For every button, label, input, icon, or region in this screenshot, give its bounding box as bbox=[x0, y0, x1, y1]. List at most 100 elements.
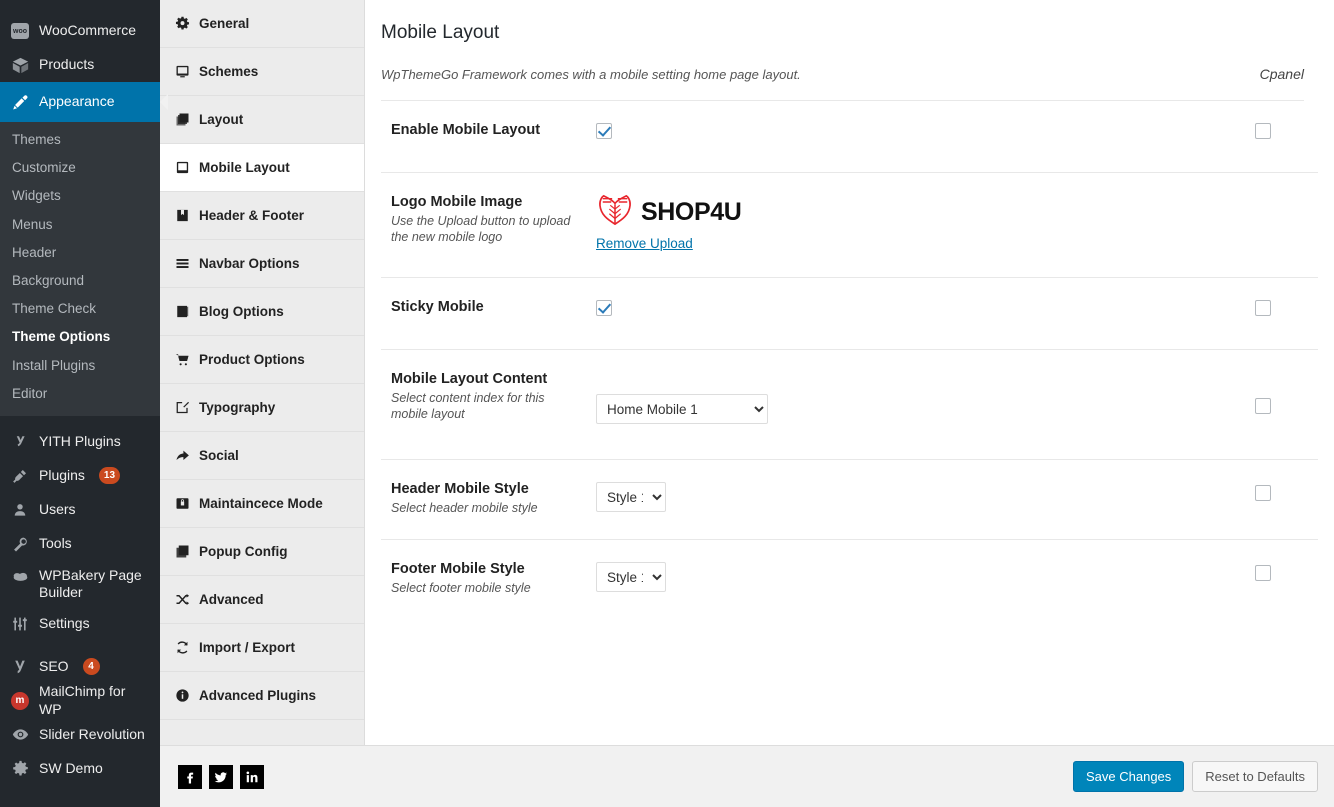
tab-label: Blog Options bbox=[199, 304, 284, 319]
sidebar-item-appearance[interactable]: Appearance bbox=[0, 82, 168, 122]
cloud-icon bbox=[10, 567, 30, 587]
field-title: Logo Mobile Image bbox=[391, 194, 523, 210]
cpanel-cell bbox=[1208, 193, 1318, 195]
tab-navbar-options[interactable]: Navbar Options bbox=[160, 240, 364, 288]
sidebar-item-theme-options[interactable]: Theme Options bbox=[0, 323, 160, 351]
sidebar-divider-2 bbox=[0, 640, 160, 650]
cpanel-cell bbox=[1208, 480, 1318, 501]
sidebar-item-menus[interactable]: Menus bbox=[0, 211, 160, 239]
sidebar-item-users[interactable]: Users bbox=[0, 493, 160, 527]
field-footer-mobile-style: Footer Mobile Style Select footer mobile… bbox=[381, 540, 1318, 620]
social-links bbox=[176, 764, 264, 789]
field-description: Select footer mobile style bbox=[391, 580, 531, 595]
tab-label: Maintaincece Mode bbox=[199, 496, 323, 511]
sidebar-item-label: Slider Revolution bbox=[39, 726, 145, 743]
sidebar-item-editor[interactable]: Editor bbox=[0, 380, 160, 408]
field-label-block: Header Mobile Style Select header mobile… bbox=[381, 480, 596, 516]
tab-layout[interactable]: Layout bbox=[160, 96, 364, 144]
tab-label: General bbox=[199, 16, 250, 31]
field-logo-mobile-image: Logo Mobile Image Use the Upload button … bbox=[381, 173, 1318, 278]
footer-buttons: Save Changes Reset to Defaults bbox=[1073, 760, 1318, 793]
mobile-layout-content-select[interactable]: Home Mobile 1 Home Mobile 2 Home Mobile … bbox=[596, 394, 768, 424]
reset-to-defaults-button[interactable]: Reset to Defaults bbox=[1192, 760, 1318, 793]
tab-list-filler bbox=[160, 720, 364, 745]
sidebar-item-products[interactable]: Products bbox=[0, 48, 160, 82]
wp-admin-screen: woo WooCommerce Products Appearance Them… bbox=[0, 0, 1334, 807]
tab-label: Advanced bbox=[199, 592, 264, 607]
remove-upload-link[interactable]: Remove Upload bbox=[596, 236, 1208, 251]
sidebar-item-slider-revolution[interactable]: Slider Revolution bbox=[0, 718, 160, 752]
field-control: Style 1 Style 2 Style 3 bbox=[596, 560, 1208, 592]
sidebar-item-background[interactable]: Background bbox=[0, 267, 160, 295]
save-changes-button[interactable]: Save Changes bbox=[1073, 760, 1185, 793]
theme-options-body: General Schemes Layout Mobile Layout Hea… bbox=[160, 0, 1334, 745]
sidebar-item-label: SEO bbox=[39, 658, 69, 675]
cpanel-mobile-layout-content-checkbox[interactable] bbox=[1255, 398, 1271, 414]
window-icon bbox=[174, 544, 190, 560]
tab-import-export[interactable]: Import / Export bbox=[160, 624, 364, 672]
sidebar-item-themes[interactable]: Themes bbox=[0, 126, 160, 154]
sidebar-item-plugins[interactable]: Plugins 13 bbox=[0, 459, 160, 493]
tab-schemes[interactable]: Schemes bbox=[160, 48, 364, 96]
sidebar-item-install-plugins[interactable]: Install Plugins bbox=[0, 352, 160, 380]
sidebar-item-mailchimp-for-wp[interactable]: m MailChimp for WP bbox=[0, 683, 160, 718]
field-control: Home Mobile 1 Home Mobile 2 Home Mobile … bbox=[596, 370, 1208, 424]
tab-label: Navbar Options bbox=[199, 256, 300, 271]
linkedin-icon[interactable] bbox=[240, 764, 264, 789]
cpanel-header-mobile-style-checkbox[interactable] bbox=[1255, 485, 1271, 501]
mobile-layout-pane: Mobile Layout WpThemeGo Framework comes … bbox=[365, 0, 1334, 745]
sidebar-item-woocommerce[interactable]: woo WooCommerce bbox=[0, 14, 160, 48]
field-label-block: Mobile Layout Content Select content ind… bbox=[381, 370, 596, 423]
mailchimp-icon: m bbox=[10, 691, 30, 711]
field-label-block: Sticky Mobile bbox=[381, 298, 596, 317]
sticky-mobile-checkbox[interactable] bbox=[596, 299, 612, 316]
sidebar-item-settings[interactable]: Settings bbox=[0, 607, 160, 641]
pane-header: Mobile Layout WpThemeGo Framework comes … bbox=[365, 0, 1334, 101]
tab-header-footer[interactable]: Header & Footer bbox=[160, 192, 364, 240]
sidebar-item-label: Users bbox=[39, 501, 76, 518]
sidebar-item-theme-check[interactable]: Theme Check bbox=[0, 295, 160, 323]
cpanel-enable-mobile-layout-checkbox[interactable] bbox=[1255, 123, 1271, 139]
sidebar-item-wpbakery-page-builder[interactable]: WPBakery Page Builder bbox=[0, 561, 160, 607]
tab-typography[interactable]: Typography bbox=[160, 384, 364, 432]
tab-popup-config[interactable]: Popup Config bbox=[160, 528, 364, 576]
settings-field-list: Enable Mobile Layout Logo Mobile Image U… bbox=[365, 101, 1334, 620]
pane-subtitle-row: WpThemeGo Framework comes with a mobile … bbox=[381, 66, 1304, 101]
info-circle-icon bbox=[174, 688, 190, 704]
sidebar-item-yith-plugins[interactable]: YITH Plugins bbox=[0, 425, 160, 459]
sidebar-item-label: Products bbox=[39, 56, 95, 73]
tab-general[interactable]: General bbox=[160, 0, 364, 48]
tab-maintaincece-mode[interactable]: Maintaincece Mode bbox=[160, 480, 364, 528]
field-enable-mobile-layout: Enable Mobile Layout bbox=[381, 101, 1318, 173]
header-mobile-style-select[interactable]: Style 1 Style 2 Style 3 bbox=[596, 482, 666, 512]
tab-advanced-plugins[interactable]: Advanced Plugins bbox=[160, 672, 364, 720]
sidebar-item-tools[interactable]: Tools bbox=[0, 527, 160, 561]
sidebar-item-widgets[interactable]: Widgets bbox=[0, 182, 160, 210]
sidebar-item-label: WPBakery Page Builder bbox=[39, 566, 142, 601]
slider-revolution-icon bbox=[10, 725, 30, 745]
twitter-icon[interactable] bbox=[209, 764, 233, 789]
lock-screen-icon bbox=[174, 496, 190, 512]
cpanel-sticky-mobile-checkbox[interactable] bbox=[1255, 300, 1271, 316]
cpanel-cell bbox=[1208, 298, 1318, 316]
tab-label: Product Options bbox=[199, 352, 305, 367]
facebook-icon[interactable] bbox=[178, 764, 202, 789]
yoast-icon bbox=[10, 657, 30, 677]
cpanel-footer-mobile-style-checkbox[interactable] bbox=[1255, 565, 1271, 581]
footer-mobile-style-select[interactable]: Style 1 Style 2 Style 3 bbox=[596, 562, 666, 592]
tab-product-options[interactable]: Product Options bbox=[160, 336, 364, 384]
sidebar-item-header[interactable]: Header bbox=[0, 239, 160, 267]
field-description: Use the Upload button to upload the new … bbox=[391, 213, 571, 245]
tab-advanced[interactable]: Advanced bbox=[160, 576, 364, 624]
tab-social[interactable]: Social bbox=[160, 432, 364, 480]
user-icon bbox=[10, 500, 30, 520]
enable-mobile-layout-checkbox[interactable] bbox=[596, 122, 612, 139]
sidebar-item-sw-demo[interactable]: SW Demo bbox=[0, 752, 160, 786]
sidebar-item-seo[interactable]: SEO 4 bbox=[0, 650, 160, 684]
field-control: Style 1 Style 2 Style 3 bbox=[596, 480, 1208, 512]
sidebar-item-customize[interactable]: Customize bbox=[0, 154, 160, 182]
tab-blog-options[interactable]: Blog Options bbox=[160, 288, 364, 336]
tab-mobile-layout[interactable]: Mobile Layout bbox=[160, 144, 364, 192]
theme-options-tab-list: General Schemes Layout Mobile Layout Hea… bbox=[160, 0, 365, 745]
logo-preview-block: SHOP4U Remove Upload bbox=[596, 194, 1208, 251]
